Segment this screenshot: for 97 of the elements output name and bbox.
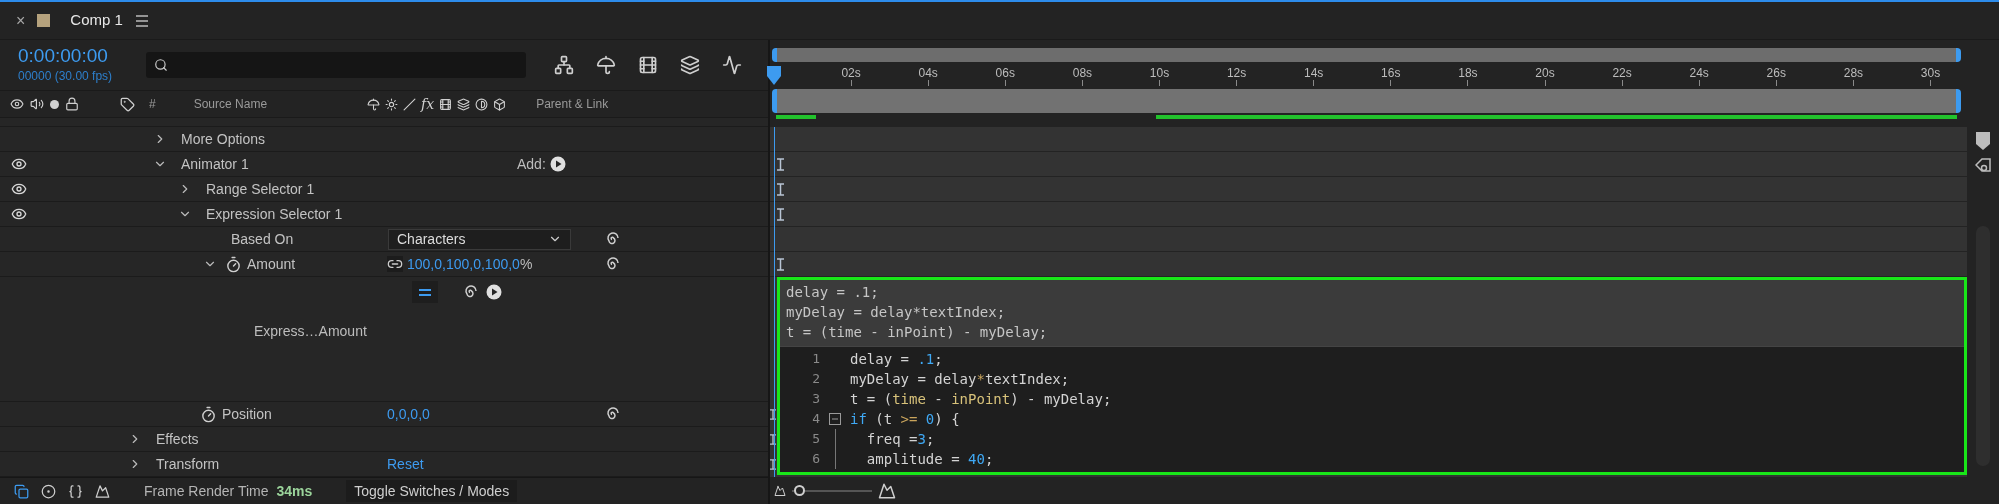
time-label: 26s — [1766, 66, 1786, 80]
render-time-label: Frame Render Time — [144, 481, 269, 501]
shy-icon[interactable] — [596, 55, 616, 75]
comp-marker-icon[interactable] — [1976, 132, 1990, 150]
graph-editor-icon[interactable] — [722, 55, 742, 75]
blend-icon[interactable] — [41, 483, 56, 499]
based-on-dropdown[interactable]: Characters — [388, 228, 571, 250]
stopwatch-icon[interactable] — [225, 255, 242, 273]
marker-icon[interactable] — [1975, 158, 1991, 172]
code-line: freq =3; — [865, 430, 935, 449]
code-line: myDelay = delay*textIndex; — [786, 303, 1007, 322]
code-line: delay = .1; — [850, 350, 943, 369]
property-label: Range Selector 1 — [206, 179, 315, 199]
time-label: 06s — [995, 66, 1015, 80]
property-label: Position — [222, 404, 272, 424]
timecode[interactable]: 0:00:00:00 — [18, 45, 140, 67]
code-line: t = (time - inPoint) - myDelay; — [850, 390, 1112, 409]
property-label: Based On — [231, 229, 294, 249]
close-tab-button[interactable]: × — [16, 8, 26, 33]
line-number: 3 — [811, 390, 820, 409]
time-label: 14s — [1304, 66, 1324, 80]
link-icon[interactable] — [387, 256, 403, 272]
visibility-eye-icon[interactable] — [11, 156, 27, 172]
time-label: 04s — [918, 66, 938, 80]
zoom-slider[interactable] — [792, 484, 872, 497]
time-label: 12s — [1226, 66, 1247, 80]
column-header[interactable]: Source Name — [193, 95, 268, 113]
zoom-in-icon[interactable] — [878, 481, 896, 500]
time-label: 10s — [1149, 66, 1170, 80]
film-icon[interactable] — [638, 55, 658, 75]
property-value[interactable]: 100,0,100,0,100,0% — [407, 253, 533, 275]
property-label: Animator 1 — [181, 154, 249, 174]
adjustment-icon[interactable] — [475, 97, 489, 111]
code-line: myDelay = delay*textIndex; — [850, 370, 1070, 389]
time-label: 24s — [1689, 66, 1709, 80]
effects-column-header: fx — [421, 94, 435, 114]
eye-icon[interactable] — [10, 97, 24, 111]
code-line: if (t >= 0) { — [850, 410, 960, 429]
braces-icon[interactable] — [68, 483, 83, 499]
line-number: 2 — [811, 370, 820, 389]
property-label: More Options — [181, 129, 266, 149]
expression-icon[interactable] — [604, 256, 620, 272]
film-icon[interactable] — [439, 97, 453, 111]
zoom-out-icon[interactable] — [774, 484, 786, 497]
line-number: 6 — [811, 450, 820, 469]
quality-icon[interactable] — [403, 97, 417, 111]
column-header: # — [149, 96, 156, 113]
property-label: Effects — [156, 429, 199, 449]
line-number: 1 — [811, 350, 820, 369]
time-label: 02s — [841, 66, 861, 80]
add-label: Add: — [517, 154, 546, 174]
property-label: Express…Amount — [254, 322, 367, 341]
lock-icon[interactable] — [65, 97, 79, 111]
label-tag-icon[interactable] — [120, 96, 135, 112]
search-icon — [154, 58, 168, 72]
cube-icon[interactable] — [493, 97, 507, 111]
property-label: Amount — [247, 254, 296, 274]
property-label: Transform — [156, 454, 220, 474]
code-line: t = (time - inPoint) - myDelay; — [786, 323, 1049, 342]
fold-icon[interactable] — [829, 413, 841, 425]
toggle-switches-button[interactable]: Toggle Switches / Modes — [346, 480, 518, 502]
time-label: 16s — [1381, 66, 1401, 80]
time-label: 28s — [1843, 66, 1864, 80]
playhead-icon[interactable] — [766, 66, 782, 86]
render-time-value: 34ms — [276, 481, 313, 501]
expression-enable-toggle[interactable] — [412, 281, 438, 303]
line-number: 5 — [811, 430, 820, 449]
visibility-eye-icon[interactable] — [11, 206, 27, 222]
code-line: amplitude = 40; — [865, 450, 994, 469]
property-value[interactable]: 0,0,0,0 — [387, 403, 430, 425]
frame-info: 00000 (30.00 fps) — [18, 68, 114, 85]
visibility-eye-icon[interactable] — [11, 181, 27, 197]
speaker-icon[interactable] — [30, 97, 44, 111]
search-field[interactable] — [146, 52, 526, 78]
expression-icon[interactable] — [604, 231, 620, 247]
comp-color-icon — [37, 14, 51, 27]
stopwatch-icon[interactable] — [200, 405, 217, 423]
line-number: 4 — [811, 410, 820, 429]
time-label: 22s — [1612, 66, 1632, 80]
expression-icon[interactable] — [604, 406, 620, 422]
slider-thumb[interactable] — [794, 485, 805, 496]
comp-switch-icon[interactable] — [14, 483, 29, 499]
tab-title[interactable]: Comp 1 — [70, 9, 123, 32]
expression-menu-icon[interactable] — [486, 284, 502, 300]
menu-icon[interactable] — [134, 14, 149, 27]
flowchart-icon[interactable] — [554, 55, 574, 75]
sun-icon[interactable] — [385, 97, 399, 111]
reset-link[interactable]: Reset — [387, 453, 424, 475]
time-label: 20s — [1535, 66, 1555, 80]
code-line: delay = .1; — [786, 283, 880, 302]
column-header[interactable]: Parent & Link — [536, 95, 609, 113]
property-label: Expression Selector 1 — [206, 204, 343, 224]
add-menu-icon[interactable] — [549, 156, 566, 172]
shy-switch-icon[interactable] — [367, 97, 381, 111]
time-label: 08s — [1072, 66, 1093, 80]
time-label: 30s — [1920, 66, 1941, 80]
time-label: 18s — [1458, 66, 1478, 80]
